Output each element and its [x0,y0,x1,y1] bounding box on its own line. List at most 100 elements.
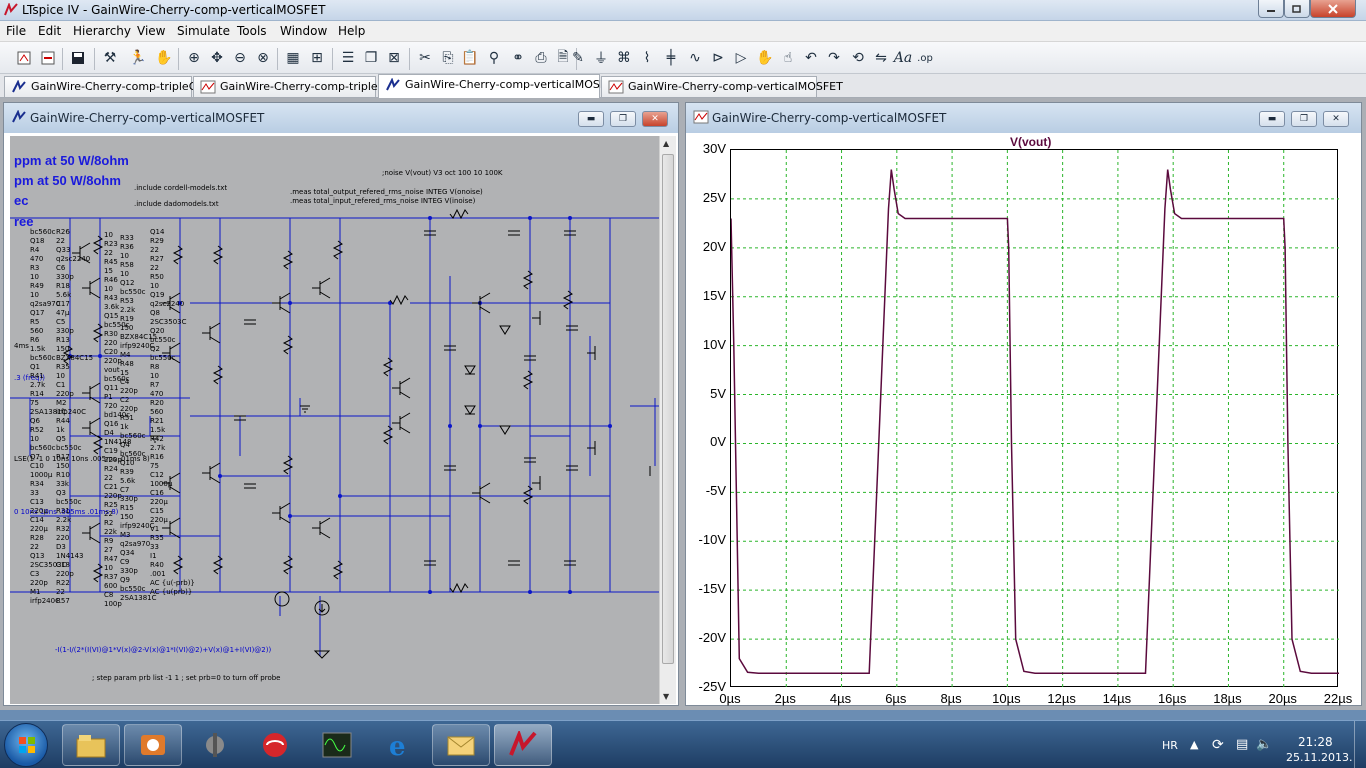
control-panel-icon[interactable]: ⚒ [100,48,120,68]
trace-vout[interactable] [730,169,1339,675]
component-label: 33 [150,543,159,551]
print-icon[interactable]: ⎙ [531,48,551,68]
component-label: M1 [30,588,41,596]
scroll-down-icon[interactable]: ▼ [663,692,669,701]
component-label: bc560c [30,444,56,452]
taskbar-device[interactable] [186,724,244,766]
minimize-icon [1267,9,1275,12]
component-label: 2.7k [30,381,46,389]
inductor-icon[interactable]: ∿ [685,48,705,68]
ground-icon[interactable]: ⏚ [591,48,611,68]
component-icon[interactable]: ▷ [731,48,751,68]
menu-simulate[interactable]: Simulate [177,24,230,38]
binoculars-icon[interactable]: ⚭ [508,48,528,68]
waveform-close-button[interactable]: ✕ [1323,111,1349,127]
pan-icon[interactable]: ✥ [207,48,227,68]
taskbar-mail[interactable] [432,724,490,766]
close-button[interactable] [1310,0,1356,18]
network-icon[interactable]: ▤ [1236,737,1248,752]
waveform-minimize-button[interactable]: ▬ [1259,111,1285,127]
volume-icon[interactable]: 🔈 [1256,737,1272,752]
component-label: R35 [56,363,70,371]
open-icon[interactable] [38,48,58,68]
wire-icon[interactable]: ✎ [568,48,588,68]
component-label: BZX84C15 [56,354,94,362]
autorange-icon[interactable]: ▦ [283,48,303,68]
taskbar-oscilloscope[interactable] [308,724,366,766]
tab-verticalmosfet-waveform[interactable]: GainWire-Cherry-comp-verticalMOSFET [601,76,843,97]
redo-icon[interactable]: ↷ [824,48,844,68]
sync-icon[interactable]: ⟳ [1212,737,1224,753]
halt-icon[interactable]: ✋ [154,48,174,68]
taskbar-explorer[interactable] [62,724,120,766]
rotate-icon[interactable]: ⟲ [848,48,868,68]
waveform-restore-button[interactable]: ❐ [1291,111,1317,127]
capacitor-icon[interactable]: ╪ [661,48,681,68]
cascade-icon[interactable]: ❐ [361,48,381,68]
drag-icon[interactable]: ☝ [778,48,798,68]
tray-show-hidden-icon[interactable]: ▲ [1190,738,1198,751]
taskbar-media[interactable] [124,724,182,766]
component-label: 1k [120,423,129,431]
zoom-fit-icon[interactable]: ⊗ [253,48,273,68]
show-desktop-button[interactable] [1354,721,1366,768]
diode-icon[interactable]: ⊳ [708,48,728,68]
tab-tripleops-waveform[interactable]: GainWire-Cherry-comp-tripleOPS [193,76,400,97]
schematic-restore-button[interactable]: ❐ [610,111,636,127]
menu-window[interactable]: Window [280,24,327,38]
component-label: R44 [56,417,70,425]
schematic-canvas[interactable]: ppm at 50 W/8ohm pm at 50 W/8ohm ec ree … [10,136,660,704]
taskbar-antivirus[interactable] [246,724,304,766]
scroll-up-icon[interactable]: ▲ [663,139,669,148]
tile-horizontal-icon[interactable]: ⊞ [307,48,327,68]
zoom-in-icon[interactable]: ⊕ [184,48,204,68]
text-icon[interactable]: Aa [893,48,913,68]
start-button[interactable] [4,723,48,767]
component-label: 220p [120,405,138,413]
language-indicator[interactable]: HR [1162,739,1178,752]
schematic-minimize-button[interactable]: ▬ [578,111,604,127]
spice-directive-icon[interactable]: .op [915,48,935,68]
component-label: C21 [104,483,118,491]
paste-icon[interactable]: 📋 [460,48,480,68]
label-icon[interactable]: ⌘ [614,48,634,68]
save-icon[interactable] [68,48,88,68]
y-tick-label: -10V [698,532,726,548]
menu-view[interactable]: View [137,24,165,38]
run-icon[interactable]: 🏃 [128,48,148,68]
tile-vertical-icon[interactable]: ☰ [338,48,358,68]
component-label: 330p [120,495,138,503]
undo-icon[interactable]: ↶ [801,48,821,68]
menu-edit[interactable]: Edit [38,24,61,38]
clock-date[interactable]: 25.11.2013. [1286,751,1352,764]
zoom-out-icon[interactable]: ⊖ [230,48,250,68]
tab-verticalmosfet-schematic[interactable]: GainWire-Cherry-comp-verticalMOSFET [378,74,620,98]
copy-icon[interactable]: ⎘ [438,48,458,68]
menu-help[interactable]: Help [338,24,365,38]
component-label: 5.6k [56,291,72,299]
menu-file[interactable]: File [6,24,26,38]
plot-area[interactable] [730,149,1339,688]
move-icon[interactable]: ✋ [755,48,775,68]
taskbar-ltspice[interactable] [494,724,552,766]
schematic-close-button[interactable]: ✕ [642,111,668,127]
component-label: 10 [30,273,39,281]
component-label: 2.2k [56,516,72,524]
find-icon[interactable]: ⚲ [484,48,504,68]
maximize-button[interactable] [1284,0,1310,18]
minimize-button[interactable] [1258,0,1284,18]
schematic-vertical-scrollbar[interactable]: ▲ ▼ [659,136,676,704]
taskbar: e HR ▲ ⟳ ▤ 🔈 21:28 25.11.2013. [0,720,1366,768]
close-all-icon[interactable]: ⊠ [384,48,404,68]
cut-icon[interactable]: ✂ [415,48,435,68]
scroll-thumb[interactable] [662,154,674,664]
clock-time[interactable]: 21:28 [1298,735,1333,749]
menu-tools[interactable]: Tools [237,24,267,38]
menu-hierarchy[interactable]: Hierarchy [73,24,131,38]
trace-label[interactable]: V(vout) [1010,135,1051,149]
resistor-icon[interactable]: ⌇ [637,48,657,68]
new-schematic-icon[interactable] [14,48,34,68]
taskbar-internet-explorer[interactable]: e [370,724,428,766]
mirror-icon[interactable]: ⇋ [871,48,891,68]
tab-tripleops-schematic[interactable]: GainWire-Cherry-comp-tripleOPS [4,76,211,97]
